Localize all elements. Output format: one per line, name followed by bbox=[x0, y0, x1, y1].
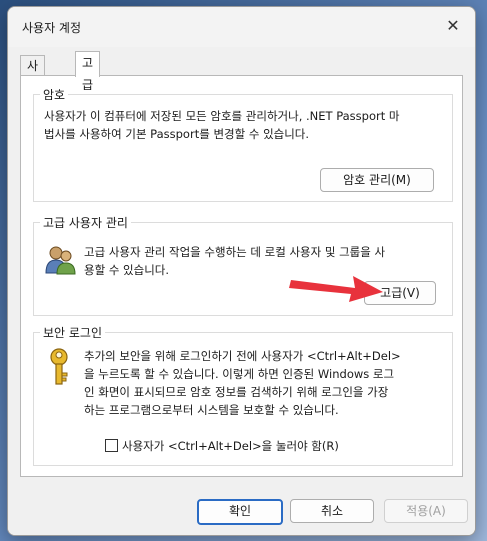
passwords-group: 암호 사용자가 이 컴퓨터에 저장된 모든 암호를 관리하거나, .NET Pa… bbox=[33, 86, 453, 202]
secure-line-4: 하는 프로그램으로부터 시스템을 보호할 수 있습니다. bbox=[84, 403, 339, 417]
passwords-heading: 암호 bbox=[40, 86, 69, 103]
title-bar: 사용자 계정 ✕ bbox=[8, 7, 475, 47]
close-icon[interactable]: ✕ bbox=[435, 11, 471, 41]
user-accounts-dialog: 사용자 계정 ✕ 사용자 고급 암호 사용자가 이 컴퓨터에 저장된 모든 암호… bbox=[7, 6, 476, 536]
secure-line-2: 을 누르도록 할 수 있습니다. 이렇게 하면 인증된 Windows 로그 bbox=[84, 367, 395, 381]
tab-advanced[interactable]: 고급 bbox=[75, 51, 101, 92]
dialog-footer: 확인 취소 적용(A) bbox=[8, 483, 475, 535]
secure-logon-heading: 보안 로그인 bbox=[40, 324, 106, 341]
annotation-arrow bbox=[289, 276, 383, 302]
checkbox-box[interactable] bbox=[105, 439, 118, 452]
passwords-description: 사용자가 이 컴퓨터에 저장된 모든 암호를 관리하거나, .NET Passp… bbox=[44, 107, 444, 143]
tab-users[interactable]: 사용자 bbox=[20, 55, 46, 113]
tab-panel-advanced: 암호 사용자가 이 컴퓨터에 저장된 모든 암호를 관리하거나, .NET Pa… bbox=[20, 75, 463, 477]
passwords-line-1: 사용자가 이 컴퓨터에 저장된 모든 암호를 관리하거나, .NET Passp… bbox=[44, 109, 400, 123]
secure-logon-description: 추가의 보안을 위해 로그인하기 전에 사용자가 <Ctrl+Alt+Del> … bbox=[84, 347, 448, 419]
checkbox-label: 사용자가 <Ctrl+Alt+Del>을 눌러야 함(R) bbox=[122, 439, 339, 453]
advanced-line-2: 용할 수 있습니다. bbox=[84, 263, 170, 277]
window-title: 사용자 계정 bbox=[22, 21, 82, 35]
advanced-user-management-group: 고급 사용자 관리 고급 사용자 관리 작업을 수행하는 데 로컬 사용자 및 … bbox=[33, 214, 453, 316]
key-icon bbox=[50, 348, 68, 385]
passwords-line-2: 법사를 사용하여 기본 Passport를 변경할 수 있습니다. bbox=[44, 127, 310, 141]
ok-button[interactable]: 확인 bbox=[197, 499, 283, 525]
secure-line-1: 추가의 보안을 위해 로그인하기 전에 사용자가 <Ctrl+Alt+Del> bbox=[84, 349, 401, 363]
advanced-user-management-heading: 고급 사용자 관리 bbox=[40, 214, 131, 231]
cancel-button[interactable]: 취소 bbox=[290, 499, 374, 523]
manage-passwords-button[interactable]: 암호 관리(M) bbox=[320, 168, 434, 192]
apply-button[interactable]: 적용(A) bbox=[384, 499, 468, 523]
secure-line-3: 인 화면이 표시되므로 암호 정보를 검색하기 위해 로그인을 가장 bbox=[84, 385, 389, 399]
require-ctrl-alt-del-checkbox[interactable]: 사용자가 <Ctrl+Alt+Del>을 눌러야 함(R) bbox=[105, 438, 339, 454]
advanced-line-1: 고급 사용자 관리 작업을 수행하는 데 로컬 사용자 및 그룹을 사 bbox=[84, 245, 386, 259]
advanced-user-management-description: 고급 사용자 관리 작업을 수행하는 데 로컬 사용자 및 그룹을 사 용할 수… bbox=[84, 243, 444, 279]
users-group-icon bbox=[45, 246, 76, 275]
